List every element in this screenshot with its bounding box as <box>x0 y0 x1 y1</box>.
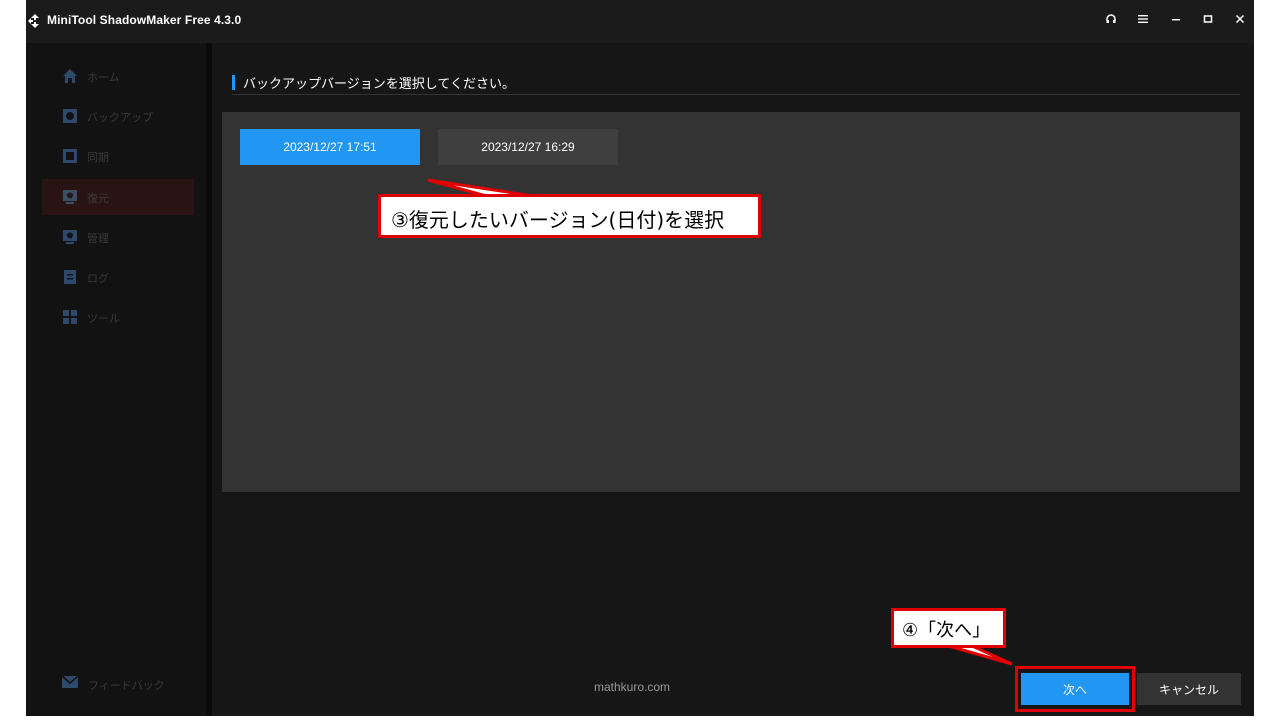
annotation-callout-step4: ④「次へ」 <box>891 608 1006 648</box>
annotation-callout-step3: ③復元したいバージョン(日付)を選択 <box>378 194 761 238</box>
callout-pointers <box>427 178 1013 666</box>
